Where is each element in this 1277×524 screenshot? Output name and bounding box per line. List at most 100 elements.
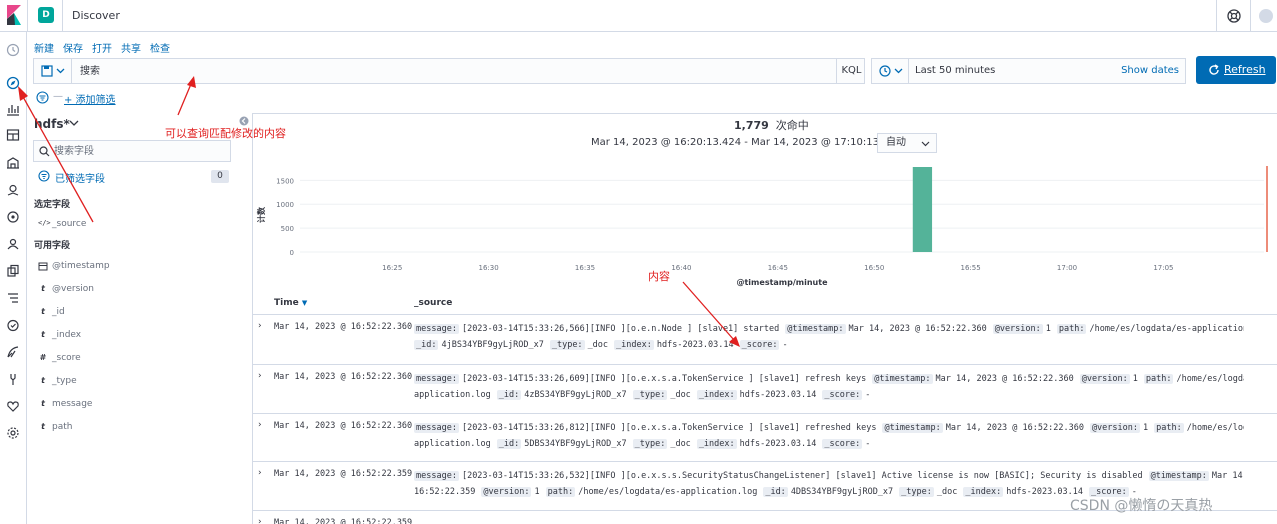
inspect-button[interactable]: 检查 <box>150 40 170 55</box>
field-key: _index: <box>963 487 1004 497</box>
space-avatar[interactable]: D <box>38 7 54 23</box>
user-avatar-icon[interactable] <box>1258 8 1274 24</box>
expand-row-chevron-icon[interactable]: › <box>258 517 262 524</box>
field-value: /home/es/logdata/es- <box>1186 423 1244 433</box>
expand-row-chevron-icon[interactable]: › <box>258 371 262 381</box>
field-key: _index: <box>696 439 737 449</box>
filtered-fields-toggle[interactable]: 已筛选字段 <box>55 170 105 185</box>
chevron-down-icon <box>894 68 903 74</box>
field-value: Mar 14, 2023 @ 16:52:22.360 <box>945 423 1084 433</box>
hits-label: 次命中 <box>775 119 809 132</box>
field-key: @version: <box>481 487 532 497</box>
x-tick-label: 16:45 <box>768 264 788 272</box>
canvas-icon[interactable] <box>6 156 20 170</box>
chart-x-ticks: 16:25 16:30 16:35 16:40 16:45 16:50 16:55 17:00… <box>382 264 1173 272</box>
dev-tools-icon[interactable] <box>6 372 20 386</box>
field-value: Mar 14, 2023 @ 16:52:22.360 <box>848 324 987 334</box>
visualize-chart-icon[interactable] <box>6 102 20 116</box>
field-search-input[interactable] <box>54 141 224 161</box>
query-bar: KQL <box>33 58 865 84</box>
y-tick-label: 1000 <box>276 201 294 209</box>
string-type-icon: t <box>41 307 45 316</box>
calendar-clock-icon <box>879 65 891 77</box>
row-timestamp: Mar 14, 2023 @ 16:52:22.359 <box>274 518 413 524</box>
field-value: 16:52:22.359 <box>414 487 476 497</box>
search-input[interactable] <box>74 59 834 83</box>
add-filter-button[interactable]: + 添加筛选 <box>64 91 116 106</box>
source-line: application.log _id: 4zBS34YBF9gyLjROD_x7 _… <box>414 387 1244 403</box>
y-tick-label: 0 <box>290 249 294 257</box>
infrastructure-icon[interactable] <box>6 291 20 305</box>
string-type-icon: t <box>41 284 45 293</box>
index-pattern-selector[interactable]: hdfs* <box>34 117 70 131</box>
field-value: _doc <box>670 390 691 400</box>
column-header-source: _source <box>414 298 453 308</box>
sort-down-icon[interactable]: ▼ <box>302 299 307 307</box>
share-button[interactable]: 共享 <box>121 40 141 55</box>
ml-icon[interactable] <box>6 210 20 224</box>
siem-icon[interactable] <box>6 237 20 251</box>
expand-row-chevron-icon[interactable]: › <box>258 468 262 478</box>
dashboard-icon[interactable] <box>6 128 20 142</box>
show-dates-link[interactable]: Show dates <box>1121 65 1179 76</box>
refresh-button[interactable]: Refresh <box>1196 56 1276 84</box>
y-tick-label: 1500 <box>276 177 294 185</box>
table-row[interactable]: › Mar 14, 2023 @ 16:52:22.360 message: [202… <box>253 413 1277 461</box>
table-row[interactable]: › Mar 14, 2023 @ 16:52:22.360 message: [202… <box>253 364 1277 413</box>
field-key: _type: <box>632 390 668 400</box>
field-key: @timestamp: <box>1148 471 1209 481</box>
quick-time-menu-button[interactable] <box>872 59 909 83</box>
time-range-label[interactable]: Last 50 minutes <box>915 65 995 76</box>
recent-clock-icon[interactable] <box>6 43 20 57</box>
hits-counter: 1,779 次命中 <box>734 117 809 133</box>
x-tick-label: 17:05 <box>1153 264 1173 272</box>
expand-row-chevron-icon[interactable]: › <box>258 420 262 430</box>
filter-fields-icon[interactable] <box>38 170 50 182</box>
field-key: message: <box>414 324 459 334</box>
logs-icon[interactable] <box>6 264 20 278</box>
filter-menu-icon[interactable] <box>36 91 49 104</box>
field-value: Mar 14, 2023 @ <box>1211 471 1244 481</box>
field-key: message: <box>414 423 459 433</box>
row-source: message: [2023-03-14T15:33:26,566][INFO ]… <box>414 321 1244 353</box>
field-value: 1 <box>1045 324 1051 334</box>
number-type-icon: # <box>39 353 47 362</box>
field-key: @timestamp: <box>785 324 846 334</box>
maps-pin-icon[interactable] <box>6 183 20 197</box>
field-key: _score: <box>739 340 780 350</box>
monitoring-heart-icon[interactable] <box>6 399 20 413</box>
table-row[interactable]: › Mar 14, 2023 @ 16:52:22.360 message: [202… <box>253 314 1277 364</box>
column-header-time[interactable]: Time ▼ <box>274 298 307 308</box>
histogram-date-range: Mar 14, 2023 @ 16:20:13.424 - Mar 14, 20… <box>591 137 915 148</box>
discover-compass-icon[interactable] <box>6 76 20 90</box>
column-header-time-label: Time <box>274 298 299 308</box>
uptime-icon[interactable] <box>6 318 20 332</box>
field-value: hdfs-2023.03.14 <box>656 340 734 350</box>
field-key: @version: <box>1079 374 1130 384</box>
help-menu-icon[interactable] <box>1226 8 1242 24</box>
kibana-logo-icon[interactable] <box>4 5 24 25</box>
annotation-query-note: 可以查询匹配修改的内容 <box>165 127 286 140</box>
kql-toggle-button[interactable]: KQL <box>836 59 866 83</box>
interval-select[interactable]: 自动 <box>877 133 937 153</box>
save-button[interactable]: 保存 <box>63 40 83 55</box>
field-value: [2023-03-14T15:33:26,532][INFO ][o.e.x.s… <box>461 471 1143 481</box>
management-gear-icon[interactable] <box>6 426 20 440</box>
top-header: D Discover <box>0 0 1277 32</box>
field-value: 5DBS34YBF9gyLjROD_x7 <box>524 439 627 449</box>
search-icon <box>39 146 50 157</box>
field-value: hdfs-2023.03.14 <box>739 439 817 449</box>
histogram-bar[interactable] <box>912 167 933 252</box>
y-tick-label: 500 <box>281 225 294 233</box>
x-tick-label: 17:00 <box>1057 264 1077 272</box>
saved-query-button[interactable] <box>34 59 72 83</box>
chart-y-axis-label: 计数 <box>256 206 266 223</box>
new-button[interactable]: 新建 <box>34 40 54 55</box>
chevron-down-icon[interactable] <box>69 118 79 128</box>
chevron-down-icon <box>56 68 65 74</box>
row-timestamp: Mar 14, 2023 @ 16:52:22.360 <box>274 322 413 332</box>
expand-row-chevron-icon[interactable]: › <box>258 321 262 331</box>
apm-icon[interactable] <box>6 345 20 359</box>
open-button[interactable]: 打开 <box>92 40 112 55</box>
string-type-icon: t <box>41 422 45 431</box>
